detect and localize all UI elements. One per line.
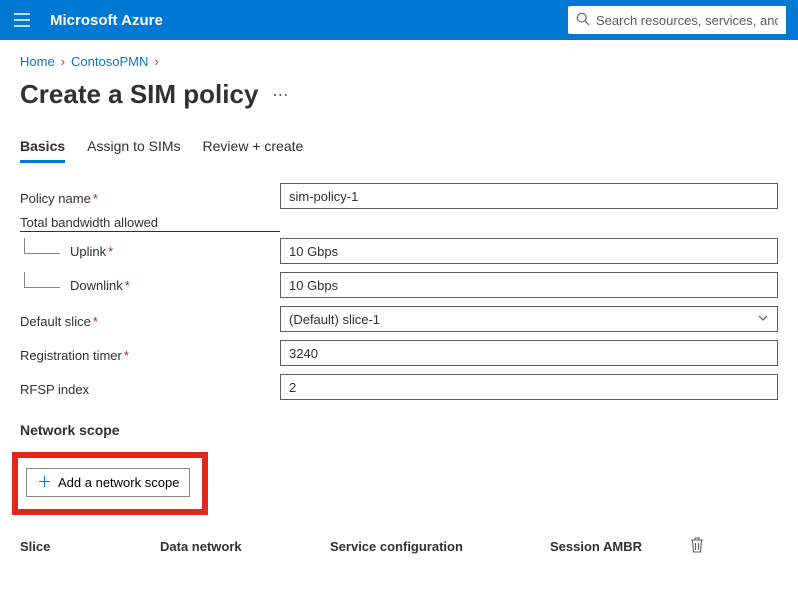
downlink-input[interactable]: 10 Gbps bbox=[280, 272, 778, 298]
network-scope-heading: Network scope bbox=[20, 422, 778, 438]
default-slice-select[interactable]: (Default) slice-1 bbox=[280, 306, 778, 332]
chevron-down-icon bbox=[757, 312, 769, 327]
tab-assign-to-sims[interactable]: Assign to SIMs bbox=[87, 138, 180, 163]
search-placeholder: Search resources, services, and docs bbox=[596, 13, 778, 28]
tab-review-create[interactable]: Review + create bbox=[203, 138, 304, 163]
hamburger-menu-icon[interactable] bbox=[12, 10, 32, 30]
add-network-scope-button[interactable]: ＋ Add a network scope bbox=[26, 468, 190, 497]
search-icon bbox=[576, 12, 590, 29]
tab-basics[interactable]: Basics bbox=[20, 138, 65, 163]
plus-icon: ＋ bbox=[37, 475, 52, 490]
policy-name-label: Policy name* bbox=[20, 187, 280, 206]
registration-timer-label: Registration timer* bbox=[20, 344, 280, 363]
col-slice: Slice bbox=[20, 539, 160, 554]
delete-column-icon[interactable] bbox=[690, 537, 714, 556]
uplink-label: Uplink* bbox=[20, 244, 280, 259]
bandwidth-group-label: Total bandwidth allowed bbox=[20, 215, 280, 232]
uplink-input[interactable]: 10 Gbps bbox=[280, 238, 778, 264]
breadcrumb-resource[interactable]: ContosoPMN bbox=[71, 54, 148, 69]
downlink-label: Downlink* bbox=[20, 278, 280, 293]
policy-name-input[interactable]: sim-policy-1 bbox=[280, 183, 778, 209]
col-data-network: Data network bbox=[160, 539, 330, 554]
more-actions-button[interactable]: ⋯ bbox=[272, 85, 289, 105]
rfsp-index-input[interactable]: 2 bbox=[280, 374, 778, 400]
breadcrumb: Home › ContosoPMN › bbox=[20, 54, 778, 69]
global-search-input[interactable]: Search resources, services, and docs bbox=[568, 6, 786, 34]
col-session-ambr: Session AMBR bbox=[550, 539, 690, 554]
add-network-scope-highlight: ＋ Add a network scope bbox=[12, 452, 208, 515]
default-slice-label: Default slice* bbox=[20, 310, 280, 329]
chevron-right-icon: › bbox=[61, 54, 65, 69]
rfsp-index-label: RFSP index bbox=[20, 378, 280, 397]
page-title: Create a SIM policy bbox=[20, 79, 258, 110]
breadcrumb-home[interactable]: Home bbox=[20, 54, 55, 69]
registration-timer-input[interactable]: 3240 bbox=[280, 340, 778, 366]
chevron-right-icon: › bbox=[154, 54, 158, 69]
network-scope-table-header: Slice Data network Service configuration… bbox=[20, 533, 778, 560]
tab-strip: Basics Assign to SIMs Review + create bbox=[20, 138, 778, 163]
brand-label: Microsoft Azure bbox=[50, 12, 163, 29]
col-service-config: Service configuration bbox=[330, 539, 550, 554]
